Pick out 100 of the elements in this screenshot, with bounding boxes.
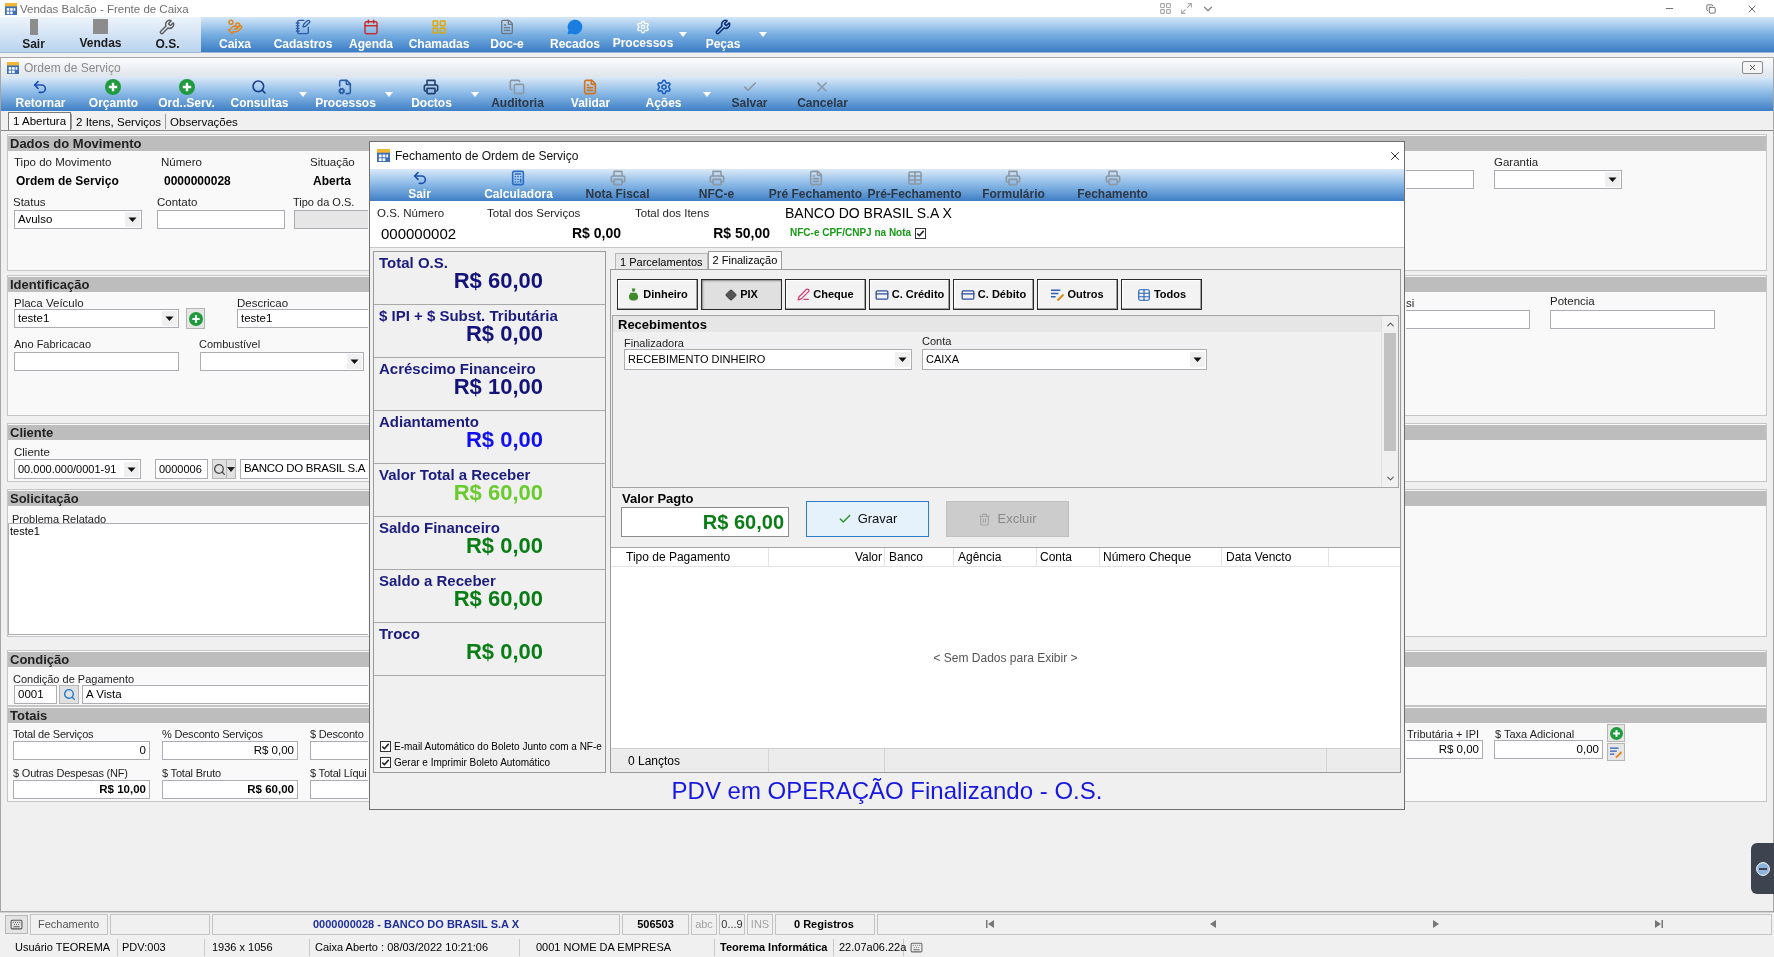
wrench-icon xyxy=(715,18,731,35)
text-field[interactable]: R$ 60,00 xyxy=(162,780,298,799)
add-button[interactable] xyxy=(186,308,205,329)
text-field[interactable]: R$ 10,00 xyxy=(13,780,150,799)
text-field[interactable]: 0001 xyxy=(14,685,57,704)
caret-icon[interactable] xyxy=(125,212,140,227)
dropdown-button[interactable] xyxy=(227,459,236,479)
caret-icon[interactable] xyxy=(1190,352,1205,367)
field-label: $ Total Líqui xyxy=(310,767,367,779)
app-icon xyxy=(7,61,19,74)
text-area[interactable]: teste1 xyxy=(8,523,368,635)
text-field[interactable] xyxy=(157,210,285,229)
check-icon xyxy=(837,512,852,526)
caret-icon[interactable] xyxy=(1605,172,1620,187)
text-field[interactable]: BANCO DO BRASIL S.A xyxy=(240,459,368,479)
tab[interactable]: 2 Finalização xyxy=(707,251,783,269)
tab[interactable]: 1 Parcelamentos xyxy=(615,253,708,269)
save-button[interactable]: Gravar xyxy=(806,501,929,537)
chevron-down-icon[interactable] xyxy=(1384,473,1396,484)
text-field[interactable] xyxy=(1406,310,1530,329)
edit-button[interactable] xyxy=(1607,743,1625,761)
restore-icon[interactable] xyxy=(1705,3,1716,14)
field-label: si xyxy=(1406,297,1415,309)
field-label: Status xyxy=(13,196,46,208)
payment-button[interactable]: C. Débito xyxy=(953,279,1034,310)
scrollbar[interactable] xyxy=(1381,316,1398,487)
text-field[interactable] xyxy=(14,352,179,371)
payment-button[interactable]: Dinheiro xyxy=(617,279,698,310)
status-text: 0001 NOME DA EMPRESA xyxy=(536,941,672,954)
caret-icon[interactable] xyxy=(227,466,235,472)
tab[interactable]: 2 Itens, Serviços xyxy=(71,114,166,129)
field-label: Condição de Pagamento xyxy=(13,673,135,685)
text-field[interactable]: A Vista xyxy=(82,685,368,704)
side-panel-tab[interactable] xyxy=(1751,843,1774,894)
list-pencil-icon xyxy=(1610,746,1622,758)
payment-button[interactable]: Outros xyxy=(1037,279,1118,310)
text-field[interactable] xyxy=(1550,310,1715,329)
total-label: Valor Total a Receber xyxy=(379,466,531,483)
key-indicator: INS xyxy=(747,913,773,935)
text-field[interactable] xyxy=(310,780,368,799)
toolbar-button[interactable]: O.S. xyxy=(155,18,180,51)
first-record-icon[interactable] xyxy=(985,920,994,928)
dropdown-field[interactable]: CAIXA xyxy=(922,349,1207,370)
tab[interactable]: Observações xyxy=(165,114,242,129)
record-count: 0 Registros xyxy=(775,913,875,935)
door-icon xyxy=(29,18,38,35)
caret-icon[interactable] xyxy=(124,461,139,477)
checkbox[interactable] xyxy=(915,227,927,239)
close-button[interactable] xyxy=(1742,61,1763,74)
field-label: $ Total Bruto xyxy=(162,767,221,779)
dropdown-field[interactable]: RECEBIMENTO DINHEIRO xyxy=(624,349,912,370)
keyboard-icon[interactable] xyxy=(910,941,923,954)
dialog-title: Fechamento de Ordem de Serviço xyxy=(395,147,579,165)
payment-button[interactable]: Cheque xyxy=(785,279,866,310)
next-record-icon[interactable] xyxy=(1433,920,1440,928)
payment-button[interactable]: PIX xyxy=(701,279,782,310)
dropdown-field[interactable]: Avulso xyxy=(14,210,142,229)
status-text: Caixa Aberto : 08/03/2022 10:21:06 xyxy=(315,941,489,954)
text-field[interactable]: teste1 xyxy=(237,309,368,328)
keyboard-button[interactable] xyxy=(5,914,28,934)
text-field[interactable]: R$ 0,00 xyxy=(1406,740,1483,759)
checkbox[interactable] xyxy=(380,757,391,768)
text-field[interactable] xyxy=(310,741,368,760)
text-field[interactable]: 0000006 xyxy=(155,459,208,479)
field-value: Ordem de Serviço xyxy=(16,174,119,188)
dropdown-field[interactable]: teste1 xyxy=(14,309,179,328)
text-field[interactable]: 0,00 xyxy=(1494,740,1603,759)
amount-field[interactable]: R$ 60,00 xyxy=(621,507,789,537)
search-button[interactable] xyxy=(212,459,227,479)
status-text: 22.07a06.22a xyxy=(839,941,907,954)
dropdown-field[interactable] xyxy=(200,352,364,371)
dropdown-field[interactable] xyxy=(1494,170,1622,189)
text-field[interactable]: R$ 0,00 xyxy=(162,741,298,760)
dropdown-field[interactable]: 00.000.000/0001-91 xyxy=(14,459,141,479)
checkbox[interactable] xyxy=(380,741,391,752)
caret-icon[interactable] xyxy=(895,352,910,367)
last-record-icon[interactable] xyxy=(1655,920,1664,928)
section-title: Condição xyxy=(10,652,70,667)
option-label: NFC-e CPF/CNPJ na Nota xyxy=(790,227,912,239)
tab[interactable]: 1 Abertura xyxy=(8,112,72,130)
grid-icon[interactable] xyxy=(1159,2,1172,15)
add-button[interactable] xyxy=(1607,724,1625,742)
text-field[interactable] xyxy=(1406,170,1474,189)
caret-icon[interactable] xyxy=(347,354,362,369)
section-title: Dados do Movimento xyxy=(10,136,142,151)
text-field[interactable]: 0 xyxy=(13,741,150,760)
payment-button[interactable]: Todos xyxy=(1121,279,1202,310)
expand-icon[interactable] xyxy=(1180,2,1193,15)
trash-icon xyxy=(978,512,992,526)
field-label: $ Desconto xyxy=(310,728,364,740)
toolbar-button[interactable]: Vendas xyxy=(79,19,122,50)
document-icon xyxy=(807,169,824,186)
payment-button[interactable]: C. Crédito xyxy=(869,279,950,310)
search-button[interactable] xyxy=(59,685,79,704)
caret-icon[interactable] xyxy=(162,311,177,326)
key-indicator: 0...9 xyxy=(719,913,745,935)
printer-icon xyxy=(1005,169,1022,186)
toolbar-button[interactable]: Sair xyxy=(22,18,45,51)
card-icon xyxy=(874,287,889,302)
previous-record-icon[interactable] xyxy=(1209,920,1216,928)
